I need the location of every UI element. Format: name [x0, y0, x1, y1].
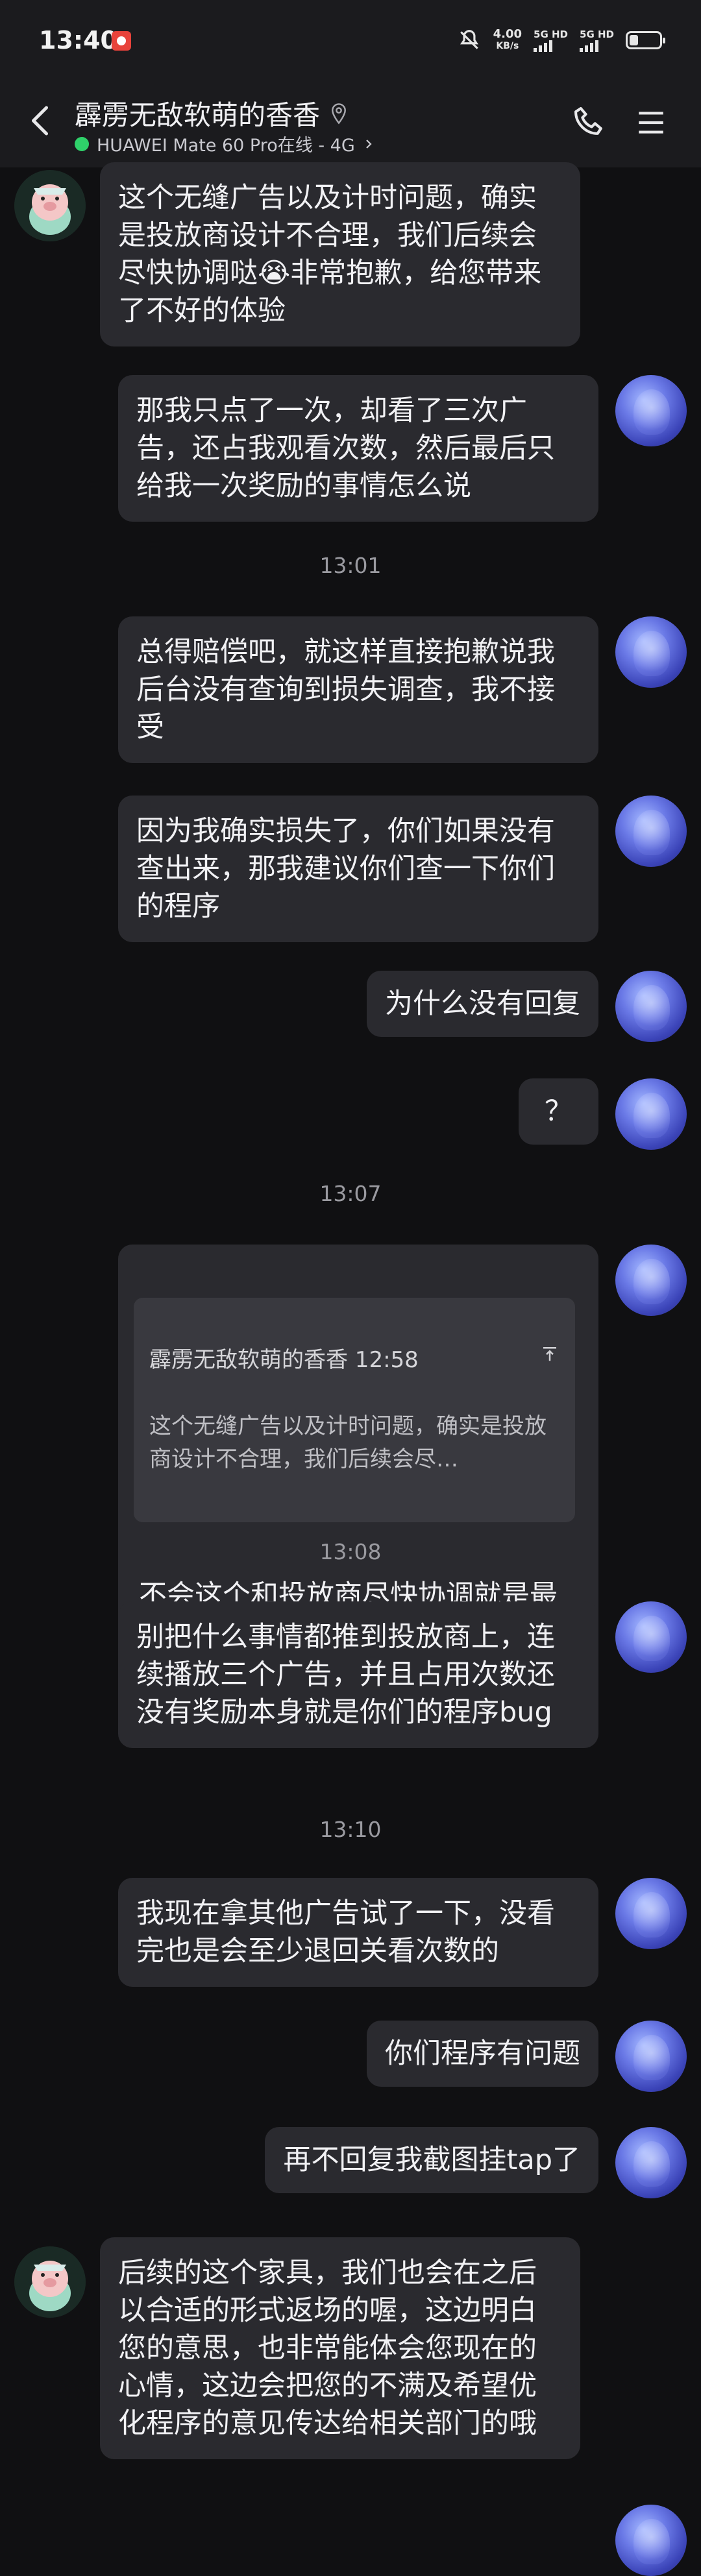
timestamp: 13:10 [319, 1817, 382, 1842]
sim1-signal: 5G HD [534, 29, 568, 52]
signal-bars-icon [534, 40, 553, 52]
message-bubble[interactable]: 总得赔偿吧，就这样直接抱歉说我后台没有查询到损失调查，我不接受 [118, 616, 598, 764]
network-speed-value: 4.00 [493, 27, 523, 41]
chat-messages[interactable]: 这个无缝广告以及计时问题，确实是投放商设计不合理，我们后续会尽快协调哒😭非常抱歉… [0, 162, 701, 2576]
my-avatar[interactable] [615, 616, 687, 688]
sim1-label: 5G HD [534, 29, 569, 40]
my-avatar[interactable] [615, 2127, 687, 2198]
chevron-right-icon [365, 139, 372, 149]
my-avatar[interactable] [615, 796, 687, 867]
status-time: 13:40 [39, 26, 117, 55]
online-dot-icon [75, 136, 89, 151]
phone-call-icon[interactable] [570, 103, 610, 143]
my-avatar[interactable] [615, 2021, 687, 2092]
chat-header: 霹雳无敌软萌的香香 HUAWEI Mate 60 Pro在线 - 4G [0, 84, 701, 167]
sim2-signal: 5G HD [580, 29, 614, 52]
quote-author: 霹雳无敌软萌的香香 12:58 [149, 1347, 419, 1374]
my-avatar[interactable] [615, 1601, 687, 1673]
message-bubble[interactable]: 为什么没有回复 [367, 971, 598, 1038]
timestamp: 13:08 [319, 1539, 382, 1564]
location-pin-icon [332, 103, 346, 125]
my-avatar[interactable] [615, 971, 687, 1042]
status-indicators: 4.00 KB/s 5G HD 5G HD [457, 27, 665, 53]
sim2-label: 5G HD [580, 29, 614, 40]
device-status-text: HUAWEI Mate 60 Pro在线 - 4G [97, 136, 355, 156]
my-avatar[interactable] [615, 1245, 687, 1316]
contact-avatar[interactable] [14, 2246, 86, 2318]
message-bubble[interactable]: ？ [519, 1078, 598, 1145]
my-avatar[interactable] [615, 2505, 687, 2576]
message-bubble[interactable]: 这个无缝广告以及计时问题，确实是投放商设计不合理，我们后续会尽快协调哒😭非常抱歉… [100, 162, 580, 347]
app-notification-icon [112, 31, 131, 51]
message-bubble[interactable]: 那我只点了一次，却看了三次广告，还占我观看次数，然后最后只给我一次奖励的事情怎么… [118, 375, 598, 522]
my-avatar[interactable] [615, 375, 687, 446]
timestamp: 13:07 [319, 1181, 382, 1206]
collapse-quote-icon[interactable] [540, 1344, 560, 1363]
timestamp: 13:01 [319, 553, 382, 578]
message-bubble[interactable]: 我现在拿其他广告试了一下，没看完也是会至少退回关看次数的 [118, 1878, 598, 1987]
quoted-message[interactable]: 霹雳无敌软萌的香香 12:58 这个无缝广告以及计时问题，确实是投放商设计不合理… [134, 1298, 575, 1523]
message-bubble[interactable]: 因为我确实损失了，你们如果没有查出来，那我建议你们查一下你们的程序 [118, 796, 598, 943]
contact-avatar[interactable] [14, 170, 86, 241]
pig-avatar-icon [14, 170, 86, 241]
back-arrow-icon[interactable] [22, 101, 61, 140]
network-speed-unit: KB/s [496, 41, 519, 51]
contact-name[interactable]: 霹雳无敌软萌的香香 [75, 93, 320, 133]
network-speed: 4.00 KB/s [493, 29, 522, 52]
my-avatar[interactable] [615, 1878, 687, 1949]
signal-bars-icon [580, 40, 599, 52]
message-bubble[interactable]: 再不回复我截图挂tap了 [265, 2127, 598, 2194]
message-bubble[interactable]: 后续的这个家具，我们也会在之后以合适的形式返场的喔，这边明白您的意思，也非常能体… [100, 2237, 580, 2460]
mute-icon [460, 30, 478, 49]
online-status[interactable]: HUAWEI Mate 60 Pro在线 - 4G [75, 131, 375, 156]
menu-icon[interactable] [635, 106, 667, 139]
status-bar: 13:40 4.00 KB/s 5G HD 5G HD [0, 0, 701, 84]
pig-avatar-icon [14, 2246, 86, 2318]
message-bubble[interactable]: 你们程序有问题 [367, 2021, 598, 2087]
quote-text: 这个无缝广告以及计时问题，确实是投放商设计不合理，我们后续会尽… [149, 1413, 547, 1473]
message-bubble[interactable]: 别把什么事情都推到投放商上，连续播放三个广告，并且占用次数还没有奖励本身就是你们… [118, 1601, 598, 1749]
battery-icon [626, 31, 665, 49]
my-avatar[interactable] [615, 1078, 687, 1150]
